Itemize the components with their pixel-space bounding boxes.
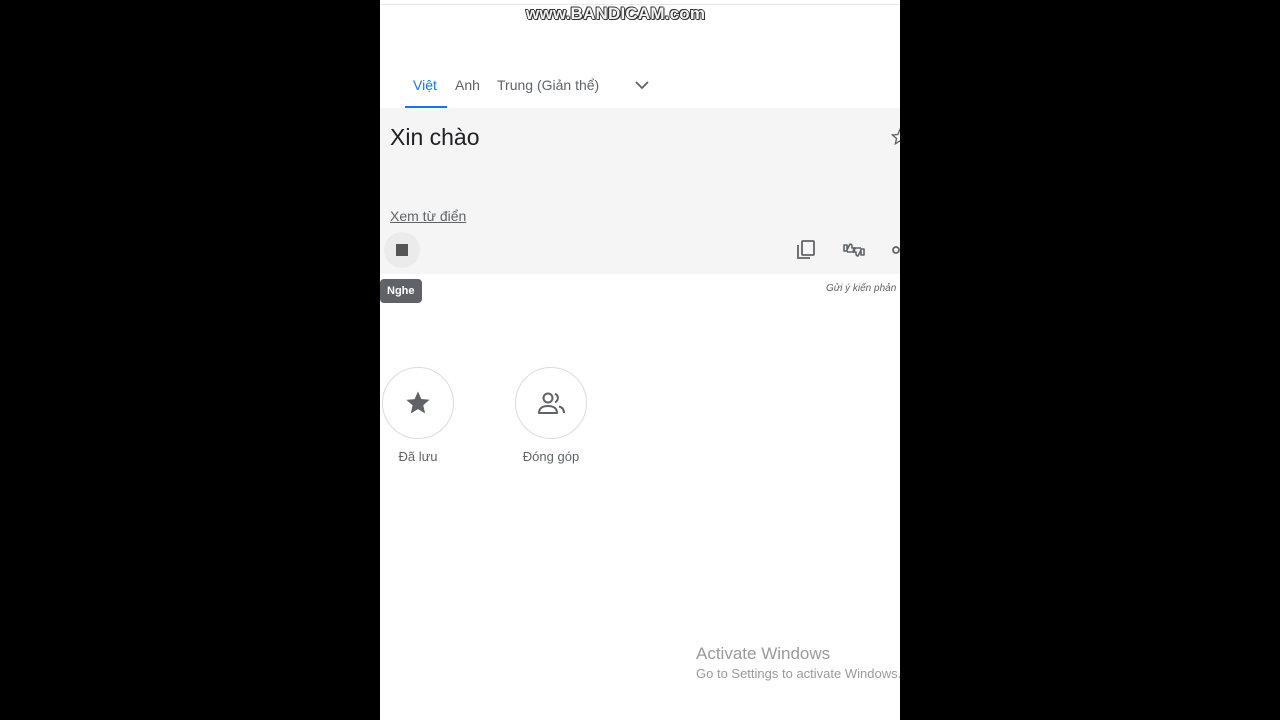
screen: www.BANDICAM.com Việt Anh Trung (Giản th… [0, 0, 1280, 720]
contribute-shortcut[interactable]: Đóng góp [515, 367, 587, 467]
rate-translation-icon[interactable] [842, 238, 866, 262]
stop-listen-button[interactable] [384, 232, 420, 268]
listen-tooltip: Nghe [380, 279, 422, 303]
recorder-watermark: www.BANDICAM.com [526, 4, 706, 23]
dictionary-link[interactable]: Xem từ điển [390, 208, 466, 224]
contribute-button[interactable] [515, 367, 587, 439]
saved-shortcut[interactable]: Đã lưu [382, 367, 454, 467]
people-icon [538, 392, 565, 414]
tab-anh[interactable]: Anh [455, 77, 480, 93]
copy-icon[interactable] [794, 238, 818, 262]
translation-text: Xin chào [390, 124, 480, 150]
chevron-down-icon[interactable] [634, 78, 650, 92]
tab-trung[interactable]: Trung (Giản thể) [497, 77, 599, 93]
share-icon[interactable] [890, 238, 900, 262]
activation-title: Activate Windows [696, 644, 831, 663]
saved-label: Đã lưu [398, 449, 438, 464]
star-icon [406, 391, 430, 414]
saved-button[interactable] [382, 367, 454, 439]
translate-panel: www.BANDICAM.com Việt Anh Trung (Giản th… [380, 0, 900, 720]
stop-icon [396, 244, 408, 256]
save-star-icon[interactable] [891, 128, 900, 146]
tab-viet[interactable]: Việt [413, 77, 437, 93]
windows-activation-watermark: Activate Windows Go to Settings to activ… [696, 644, 900, 681]
feedback-link[interactable]: Gửi ý kiến phản [826, 283, 896, 294]
activation-subtitle: Go to Settings to activate Windows. [696, 666, 900, 681]
contribute-label: Đóng góp [522, 449, 580, 464]
